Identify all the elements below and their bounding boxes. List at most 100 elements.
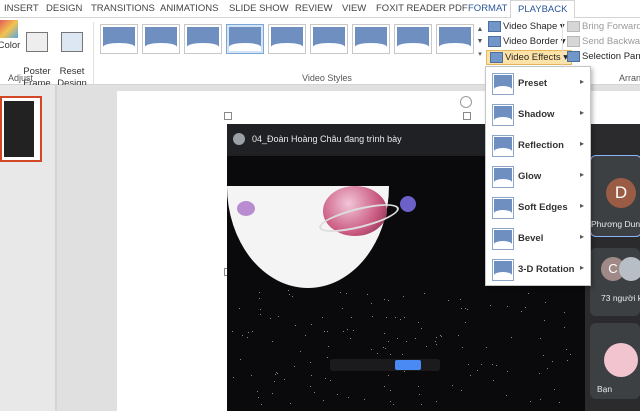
tab-animations[interactable]: ANIMATIONS — [160, 3, 218, 14]
star-dot — [300, 350, 302, 352]
video-style-option-selected[interactable] — [226, 24, 264, 54]
star-dot — [289, 294, 291, 296]
participant-name: Phương Dung — [591, 219, 640, 229]
presenter-avatar — [233, 133, 245, 145]
star-dot — [346, 328, 348, 330]
tab-transitions[interactable]: TRANSITIONS — [91, 3, 155, 14]
video-effects-label: Video Effects — [505, 52, 561, 64]
video-style-option[interactable] — [394, 24, 432, 54]
star-dot — [385, 316, 387, 318]
rotate-handle-icon[interactable] — [460, 96, 472, 108]
bring-forward-button[interactable]: Bring Forward — [567, 21, 640, 32]
blue-planet — [400, 196, 416, 212]
video-style-option[interactable] — [352, 24, 390, 54]
color-icon — [0, 20, 18, 38]
menu-item-bevel[interactable]: Bevel ▸ — [486, 224, 590, 254]
star-dot — [283, 378, 285, 380]
menu-item-label: Bevel — [518, 233, 544, 244]
reset-design-button[interactable]: Reset Design — [54, 20, 90, 90]
star-dot — [404, 370, 406, 372]
star-dot — [506, 371, 508, 373]
star-dot — [414, 338, 416, 340]
star-dot — [426, 346, 428, 348]
video-effects-button[interactable]: Video Effects ▾ — [486, 50, 573, 66]
star-dot — [506, 305, 508, 307]
star-dot — [436, 337, 438, 339]
star-dot — [383, 333, 385, 335]
star-dot — [345, 293, 347, 295]
tab-insert[interactable]: INSERT — [4, 3, 39, 14]
video-style-option[interactable] — [268, 24, 306, 54]
video-border-button[interactable]: Video Border ▾ — [488, 36, 566, 47]
star-dot — [452, 385, 454, 387]
send-backward-label: Send Backward — [582, 36, 640, 48]
star-dot — [270, 318, 272, 320]
star-dot — [495, 365, 497, 367]
color-button[interactable]: Color — [0, 20, 22, 52]
chevron-right-icon: ▸ — [580, 263, 585, 272]
menu-item-shadow[interactable]: Shadow ▸ — [486, 100, 590, 130]
star-dot — [326, 330, 328, 332]
star-dot — [366, 293, 368, 295]
star-dot — [540, 337, 542, 339]
star-dot — [552, 361, 554, 363]
menu-item-soft-edges[interactable]: Soft Edges ▸ — [486, 193, 590, 223]
purple-planet — [237, 201, 255, 216]
star-dot — [343, 331, 345, 333]
star-dot — [323, 399, 325, 401]
star-dot — [466, 309, 468, 311]
menu-item-preset[interactable]: Preset ▸ — [486, 69, 590, 99]
tab-design[interactable]: DESIGN — [46, 3, 82, 14]
star-dot — [310, 385, 312, 387]
star-dot — [329, 379, 331, 381]
tab-view[interactable]: VIEW — [342, 3, 366, 14]
video-style-option[interactable] — [310, 24, 348, 54]
star-dot — [232, 331, 234, 333]
send-backward-button[interactable]: Send Backward — [567, 36, 640, 47]
star-dot — [389, 390, 391, 392]
star-dot — [273, 381, 275, 383]
tab-playback[interactable]: PLAYBACK — [510, 0, 576, 20]
3d-rotation-icon — [492, 259, 514, 281]
star-dot — [570, 353, 572, 355]
star-dot — [460, 298, 462, 300]
video-style-option[interactable] — [100, 24, 138, 54]
star-dot — [390, 401, 392, 403]
star-dot — [554, 388, 556, 390]
video-style-option[interactable] — [436, 24, 474, 54]
tab-format[interactable]: FORMAT — [468, 3, 507, 14]
ribbon-tab-bar: INSERT DESIGN TRANSITIONS ANIMATIONS SLI… — [0, 0, 640, 20]
selection-pane-button[interactable]: Selection Pane — [567, 51, 640, 62]
star-dot — [371, 315, 373, 317]
slide-thumbnail-selected[interactable] — [0, 96, 42, 162]
video-style-option[interactable] — [142, 24, 180, 54]
menu-item-reflection[interactable]: Reflection ▸ — [486, 131, 590, 161]
gallery-scroll-down-icon[interactable]: ▼ — [476, 38, 484, 45]
video-style-option[interactable] — [184, 24, 222, 54]
tab-slide-show[interactable]: SLIDE SHOW — [229, 3, 289, 14]
star-dot — [310, 362, 312, 364]
tab-review[interactable]: REVIEW — [295, 3, 332, 14]
resize-handle[interactable] — [224, 112, 232, 120]
screen-share-bar — [330, 359, 440, 371]
poster-frame-icon — [26, 32, 48, 52]
star-dot — [405, 341, 407, 343]
star-dot — [350, 337, 352, 339]
gallery-scroll-up-icon[interactable]: ▲ — [476, 26, 484, 33]
gallery-more-icon[interactable]: ▾ — [476, 50, 484, 58]
resize-handle[interactable] — [463, 112, 471, 120]
star-dot — [340, 292, 342, 294]
menu-item-3d-rotation[interactable]: 3-D Rotation ▸ — [486, 255, 590, 285]
tab-foxit-reader-pdf[interactable]: FOXIT READER PDF — [376, 3, 468, 14]
star-dot — [277, 315, 279, 317]
star-dot — [418, 394, 420, 396]
star-dot — [399, 318, 401, 320]
star-dot — [448, 299, 450, 301]
star-dot — [363, 398, 365, 400]
video-shape-button[interactable]: Video Shape ▾ — [488, 21, 565, 32]
menu-item-glow[interactable]: Glow ▸ — [486, 162, 590, 192]
self-avatar — [604, 343, 638, 377]
stop-sharing-button — [395, 360, 421, 370]
soft-edges-icon — [492, 197, 514, 219]
glow-icon — [492, 166, 514, 188]
